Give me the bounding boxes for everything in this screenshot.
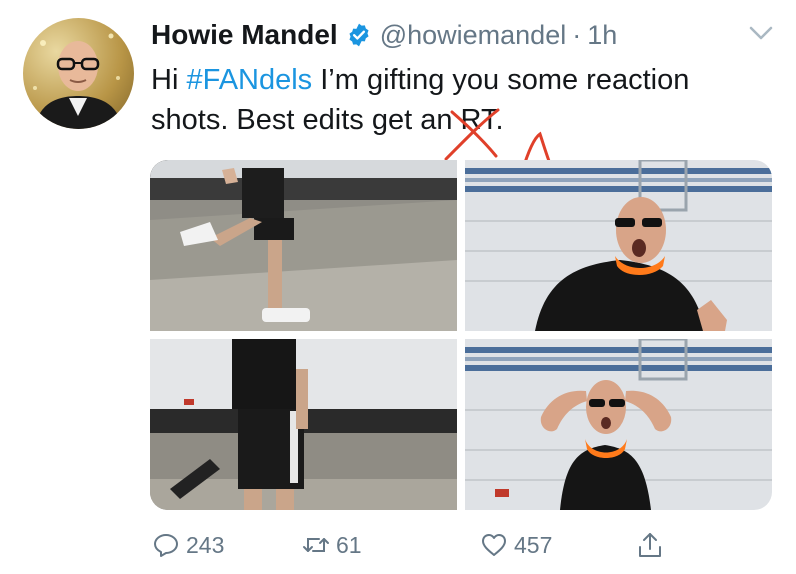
text-segment: I’m gifting you some reaction [312,64,690,96]
hashtag-link[interactable]: #FANdels [186,64,312,96]
reply-count: 243 [186,531,225,558]
like-button[interactable]: 457 [480,528,552,562]
retweet-button[interactable]: 61 [302,528,362,562]
share-button[interactable] [636,528,670,562]
chevron-down-icon[interactable] [748,24,774,42]
tweet-header: Howie Mandel @howiemandel · 1h [151,18,617,52]
media-photo-2[interactable] [465,160,772,331]
photo-2-image [465,160,772,331]
author-handle[interactable]: @howiemandel [380,20,567,51]
retweet-count: 61 [336,531,362,558]
time-separator: · [572,19,582,50]
like-icon [482,534,506,556]
tweet-text-line-1: Hi #FANdels I’m gifting you some reactio… [151,60,781,100]
like-count: 457 [514,531,553,558]
retweet-icon [303,538,329,552]
verified-badge-icon [349,23,369,47]
share-icon [639,533,661,557]
author-name[interactable]: Howie Mandel [151,19,338,51]
photo-4-image [465,339,772,510]
media-photo-1[interactable] [150,160,457,331]
media-photo-3[interactable] [150,339,457,510]
photo-3-image [150,339,457,510]
reply-icon [154,534,178,557]
text-segment: shots. Best edits get [151,104,421,136]
media-grid [150,160,772,510]
media-photo-4[interactable] [465,339,772,510]
tweet-actions: 243 61 457 [150,528,780,562]
text-segment: Hi [151,64,187,96]
photo-1-image [150,160,457,331]
avatar-image [33,33,122,129]
tweet-timestamp[interactable]: 1h [587,20,617,51]
author-avatar[interactable] [23,18,134,129]
reply-button[interactable]: 243 [152,528,224,562]
